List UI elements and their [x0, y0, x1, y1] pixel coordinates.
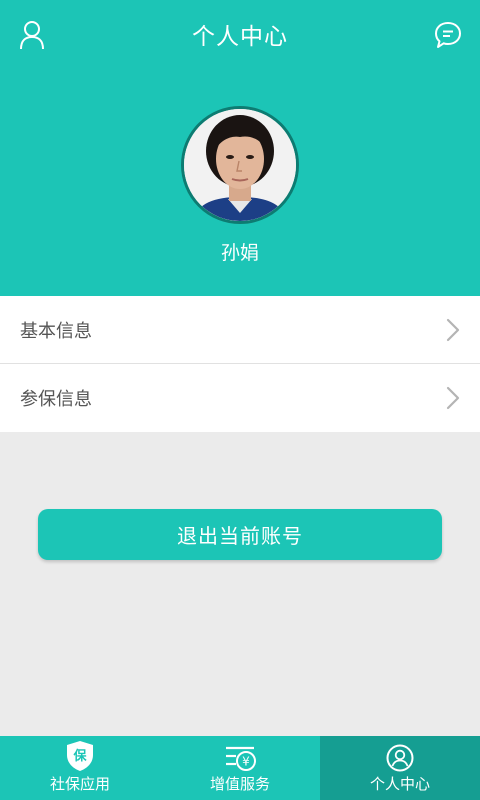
avatar[interactable] [181, 106, 299, 224]
tab-social-insurance[interactable]: 保 社保应用 [0, 736, 160, 800]
profile-menu: 基本信息 参保信息 [0, 296, 480, 432]
shield-icon: 保 [66, 736, 94, 774]
tab-value-added-services[interactable]: ¥ 增值服务 [160, 736, 320, 800]
page-title: 个人中心 [192, 24, 288, 50]
tab-label: 个人中心 [369, 775, 430, 793]
menu-item-insurance-info[interactable]: 参保信息 [0, 364, 480, 432]
user-circle-icon [386, 736, 414, 774]
yuan-service-icon: ¥ [224, 736, 256, 774]
tab-label: 社保应用 [49, 775, 110, 793]
svg-text:¥: ¥ [242, 755, 250, 769]
logout-button[interactable]: 退出当前账号 [38, 509, 442, 560]
message-icon[interactable] [431, 18, 465, 52]
menu-item-label: 基本信息 [20, 320, 92, 342]
menu-item-basic-info[interactable]: 基本信息 [0, 296, 480, 364]
tab-label: 增值服务 [209, 775, 270, 793]
avatar-photo [184, 109, 296, 221]
chevron-right-icon [446, 318, 460, 346]
profile-header: 个人中心 孙娟 [0, 0, 480, 296]
chevron-right-icon [446, 386, 460, 414]
tab-personal-center[interactable]: 个人中心 [320, 736, 480, 800]
bottom-tab-bar: 保 社保应用 ¥ 增值服务 个人中心 [0, 736, 480, 800]
user-name: 孙娟 [220, 242, 259, 264]
menu-item-label: 参保信息 [20, 389, 92, 410]
svg-text:保: 保 [72, 748, 87, 764]
